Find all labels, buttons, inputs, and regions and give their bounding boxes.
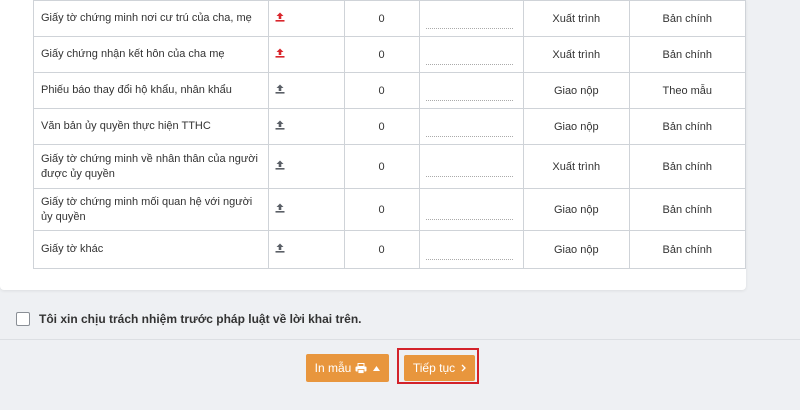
document-form: Bản chính <box>628 108 747 145</box>
document-name: Giấy chứng nhận kết hôn của cha mẹ <box>32 36 270 73</box>
upload-cell <box>268 72 345 109</box>
document-form: Bản chính <box>628 188 747 231</box>
file-count: 0 <box>343 0 420 37</box>
next-button[interactable]: Tiếp tục <box>404 355 475 381</box>
declaration-label: Tôi xin chịu trách nhiệm trước pháp luật… <box>39 312 362 326</box>
document-form: Bản chính <box>628 0 747 37</box>
table-row: Giấy chứng nhận kết hôn của cha mẹ 0 Xuất … <box>32 36 747 73</box>
next-label: Tiếp tục <box>412 361 456 375</box>
document-name: Giấy tờ chứng minh mối quan hệ với người… <box>32 188 270 231</box>
upload-icon[interactable] <box>275 84 285 97</box>
upload-icon[interactable] <box>275 48 285 61</box>
document-form: Theo mẫu <box>628 72 747 109</box>
note-input[interactable] <box>425 22 513 29</box>
documents-card: Giấy tờ chứng minh nơi cư trú của cha, m… <box>0 0 747 290</box>
documents-table: Giấy tờ chứng minh nơi cư trú của cha, m… <box>32 0 747 269</box>
document-name: Giấy tờ chứng minh nơi cư trú của cha, m… <box>32 0 270 37</box>
document-name: Giấy tờ khác <box>32 230 270 269</box>
submission-type: Xuất trình <box>522 0 630 37</box>
note-input[interactable] <box>425 130 513 137</box>
document-name: Phiếu báo thay đổi hộ khẩu, nhân khẩu <box>32 72 270 109</box>
upload-cell <box>268 230 345 269</box>
document-form: Bản chính <box>628 144 747 189</box>
declaration-checkbox[interactable] <box>16 312 30 326</box>
note-input[interactable] <box>425 170 513 177</box>
document-name: Văn bản ủy quyền thực hiện TTHC <box>32 108 270 145</box>
note-cell <box>418 72 524 109</box>
submission-type: Xuất trình <box>522 36 630 73</box>
table-row: Giấy tờ chứng minh mối quan hệ với người… <box>32 188 747 231</box>
print-template-button[interactable]: In mẫu <box>306 354 389 382</box>
caret-up-icon <box>373 365 381 371</box>
submission-type: Giao nộp <box>522 230 630 269</box>
table-row: Phiếu báo thay đổi hộ khẩu, nhân khẩu 0 Gi… <box>32 72 747 109</box>
upload-cell <box>268 188 345 231</box>
note-cell <box>418 0 524 37</box>
upload-icon[interactable] <box>275 243 285 256</box>
note-cell <box>418 144 524 189</box>
upload-cell <box>268 108 345 145</box>
file-count: 0 <box>343 144 420 189</box>
document-name: Giấy tờ chứng minh về nhân thân của ngườ… <box>32 144 270 189</box>
submission-type: Giao nộp <box>522 188 630 231</box>
upload-cell <box>268 36 345 73</box>
note-input[interactable] <box>425 94 513 101</box>
file-count: 0 <box>343 230 420 269</box>
table-row: Văn bản ủy quyền thực hiện TTHC 0 Giao nộp… <box>32 108 747 145</box>
upload-icon[interactable] <box>275 12 285 25</box>
file-count: 0 <box>343 108 420 145</box>
declaration-row[interactable]: Tôi xin chịu trách nhiệm trước pháp luật… <box>16 312 361 326</box>
printer-icon <box>355 362 367 374</box>
print-template-label: In mẫu <box>314 361 352 375</box>
upload-cell <box>268 0 345 37</box>
submission-type: Giao nộp <box>522 108 630 145</box>
note-cell <box>418 230 524 269</box>
table-row: Giấy tờ chứng minh nơi cư trú của cha, m… <box>32 0 747 37</box>
upload-icon[interactable] <box>275 203 285 216</box>
file-count: 0 <box>343 72 420 109</box>
note-cell <box>418 108 524 145</box>
submission-type: Giao nộp <box>522 72 630 109</box>
note-input[interactable] <box>425 253 513 260</box>
table-row: Giấy tờ khác 0 Giao nộp Bản chính <box>32 230 747 269</box>
table-row: Giấy tờ chứng minh về nhân thân của ngườ… <box>32 144 747 189</box>
note-input[interactable] <box>425 58 513 65</box>
note-cell <box>418 188 524 231</box>
file-count: 0 <box>343 188 420 231</box>
submission-type: Xuất trình <box>522 144 630 189</box>
upload-cell <box>268 144 345 189</box>
file-count: 0 <box>343 36 420 73</box>
upload-icon[interactable] <box>275 160 285 173</box>
document-form: Bản chính <box>628 230 747 269</box>
upload-icon[interactable] <box>275 120 285 133</box>
divider <box>0 339 800 340</box>
note-cell <box>418 36 524 73</box>
note-input[interactable] <box>425 213 513 220</box>
document-form: Bản chính <box>628 36 747 73</box>
chevron-right-icon <box>461 364 467 372</box>
